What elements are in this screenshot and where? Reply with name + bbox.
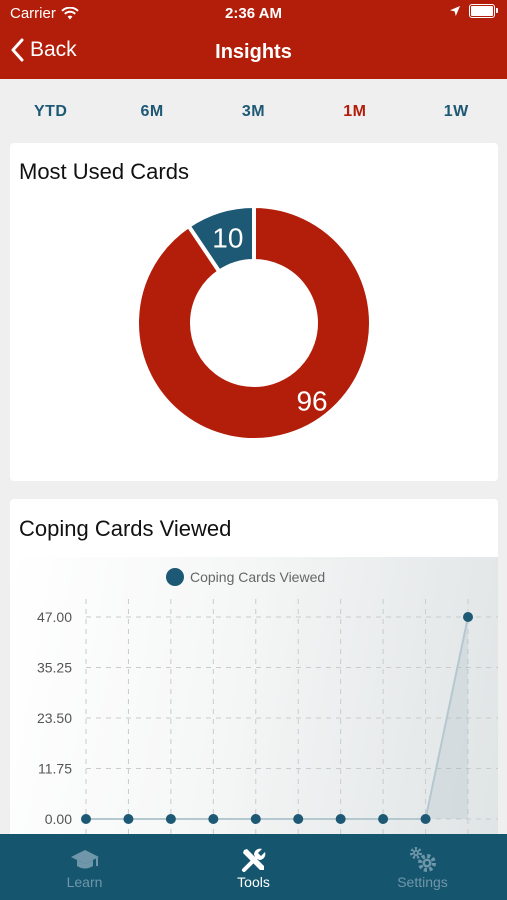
battery-icon xyxy=(469,4,498,18)
data-point xyxy=(335,814,346,824)
data-point xyxy=(420,814,431,824)
tab-3m[interactable]: 3M xyxy=(223,103,283,121)
tab-settings-label: Settings xyxy=(397,874,448,890)
y-tick-label: 23.50 xyxy=(37,710,72,726)
graduation-cap-icon xyxy=(70,850,99,869)
legend-label: Coping Cards Viewed xyxy=(190,569,325,585)
tab-tools-label: Tools xyxy=(237,874,270,890)
navigation-bar: Back Insights xyxy=(0,28,507,79)
y-tick-label: 11.75 xyxy=(38,761,72,777)
tab-1w[interactable]: 1W xyxy=(426,103,486,121)
tab-learn-label: Learn xyxy=(66,874,103,890)
data-point xyxy=(378,814,389,824)
tab-learn[interactable]: Learn xyxy=(0,834,169,900)
range-tabs: YTD 6M 3M 1M 1W xyxy=(0,92,507,132)
donut-slice-label: 10 xyxy=(212,222,243,253)
legend-marker xyxy=(166,568,184,586)
tab-6m[interactable]: 6M xyxy=(122,103,182,121)
status-bar: Carrier 2:36 AM xyxy=(0,0,507,28)
status-time: 2:36 AM xyxy=(225,5,282,22)
tools-icon xyxy=(241,848,265,872)
y-tick-label: 35.25 xyxy=(37,660,72,676)
location-arrow-icon xyxy=(450,6,460,16)
tab-bar: Learn Tools Settings xyxy=(0,834,507,900)
tab-1m[interactable]: 1M xyxy=(325,103,385,121)
tab-tools[interactable]: Tools xyxy=(169,834,338,900)
data-point xyxy=(165,814,176,824)
data-point xyxy=(463,612,473,622)
coping-cards-title: Coping Cards Viewed xyxy=(19,516,232,541)
data-point xyxy=(250,814,261,824)
most-used-donut-chart: 96 10 xyxy=(135,203,373,442)
line-chart-area: Coping Cards Viewed 47.00 35.25 23.50 11.75 0… xyxy=(10,557,498,857)
y-tick-label: 0.00 xyxy=(45,811,72,827)
y-tick-label: 47.00 xyxy=(37,609,72,625)
tab-settings[interactable]: Settings xyxy=(338,834,507,900)
data-point xyxy=(293,814,304,824)
donut-slice-label: 96 xyxy=(296,386,327,417)
most-used-cards-card: Most Used Cards 96 10 xyxy=(10,143,498,481)
page-title: Insights xyxy=(215,41,292,63)
gears-icon xyxy=(409,847,436,872)
data-point xyxy=(208,814,219,824)
data-point xyxy=(123,814,134,824)
coping-cards-line-chart: Coping Cards Viewed 47.00 35.25 23.50 11.75 0… xyxy=(37,568,498,857)
tab-ytd[interactable]: YTD xyxy=(21,103,81,121)
data-point xyxy=(81,814,91,824)
coping-cards-card: Coping Cards Viewed Coping Cards Viewed 4… xyxy=(10,499,498,879)
